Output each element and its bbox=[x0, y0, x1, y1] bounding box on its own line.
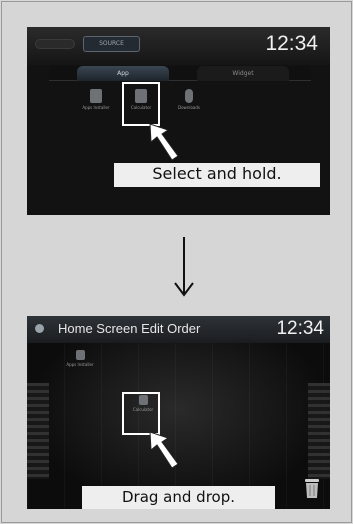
home-canvas: Apps Installer Calculator bbox=[27, 343, 330, 509]
clock: 12:34 bbox=[276, 318, 324, 339]
selection-highlight bbox=[122, 82, 160, 126]
left-page-edge bbox=[27, 383, 49, 479]
apps-installer-icon bbox=[90, 89, 102, 103]
screen-title: Home Screen Edit Order bbox=[58, 321, 201, 336]
instruction-caption: Drag and drop. bbox=[82, 486, 275, 509]
header-bar: Home Screen Edit Order 12:34 bbox=[27, 316, 330, 343]
downloads-icon bbox=[185, 89, 193, 103]
app-label: Apps Installer bbox=[66, 362, 94, 367]
tab-bar: App Widget bbox=[49, 66, 311, 81]
home-icon[interactable] bbox=[35, 324, 44, 333]
status-indicator bbox=[35, 39, 75, 49]
app-tile-apps-installer[interactable]: Apps Installer bbox=[65, 349, 95, 379]
tab-app[interactable]: App bbox=[77, 66, 169, 81]
home-edit-screen: Home Screen Edit Order 12:34 Apps Instal… bbox=[27, 316, 330, 509]
figure-frame: SOURCE 12:34 App Widget Apps Installer C… bbox=[1, 1, 352, 523]
app-label: Downloads bbox=[178, 105, 200, 110]
status-bar: SOURCE 12:34 bbox=[27, 27, 330, 65]
down-arrow-icon bbox=[174, 237, 194, 297]
app-label: Apps Installer bbox=[82, 105, 110, 110]
source-button[interactable]: SOURCE bbox=[83, 36, 140, 52]
app-list-screen: SOURCE 12:34 App Widget Apps Installer C… bbox=[27, 27, 330, 215]
clock: 12:34 bbox=[265, 32, 318, 55]
drag-highlight bbox=[122, 392, 160, 435]
instruction-caption: Select and hold. bbox=[114, 163, 320, 187]
app-tile-apps-installer[interactable]: Apps Installer bbox=[74, 85, 118, 129]
tab-widget[interactable]: Widget bbox=[197, 66, 289, 81]
trash-icon[interactable] bbox=[304, 477, 320, 499]
apps-installer-icon bbox=[75, 350, 85, 360]
right-page-edge bbox=[308, 383, 330, 479]
pointer-arrow-icon bbox=[149, 123, 179, 161]
pointer-arrow-icon bbox=[149, 431, 179, 469]
